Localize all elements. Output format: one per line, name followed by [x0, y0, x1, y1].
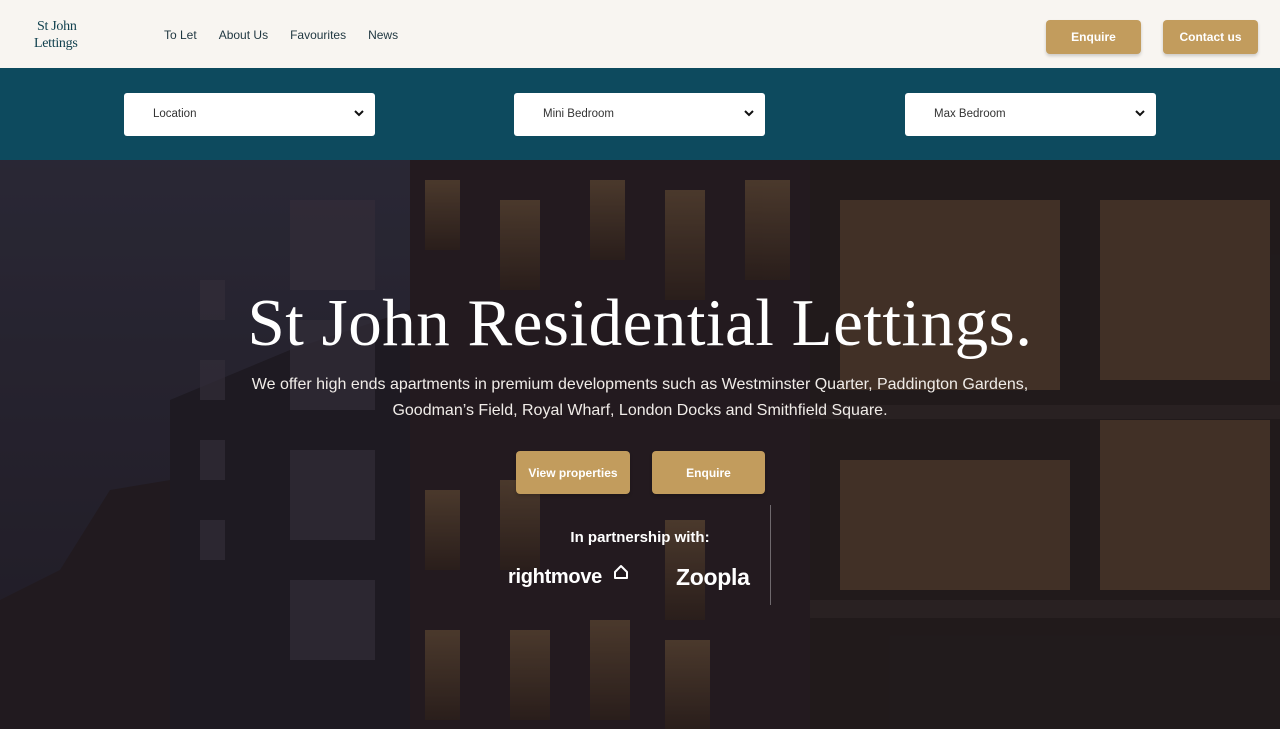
main-nav: To Let About Us Favourites News [164, 28, 398, 42]
site-logo[interactable]: St John Lettings [34, 18, 90, 52]
nav-to-let[interactable]: To Let [164, 28, 197, 42]
hero-subtitle-line-2: Goodman’s Field, Royal Wharf, London Doc… [392, 402, 888, 419]
max-bedroom-select[interactable]: Max Bedroom [905, 93, 1156, 136]
zoopla-logo[interactable]: Zoopla [676, 564, 750, 591]
hero-enquire-button[interactable]: Enquire [652, 451, 765, 494]
nav-news[interactable]: News [368, 28, 398, 42]
search-filter-bar: Location Mini Bedroom Max Bedroom [0, 68, 1280, 160]
rightmove-logo[interactable]: rightmove [508, 566, 602, 589]
hero-subtitle-line-1: We offer high ends apartments in premium… [251, 376, 1029, 393]
hero-title: St John Residential Lettings. [247, 286, 1033, 360]
partnership-label: In partnership with: [570, 529, 710, 546]
min-bedroom-select[interactable]: Mini Bedroom [514, 93, 765, 136]
hero-section: St John Residential Lettings. We offer h… [0, 160, 1280, 729]
header-enquire-button[interactable]: Enquire [1046, 20, 1141, 54]
logo-line-1: St John [37, 19, 77, 34]
min-bedroom-select-label: Mini Bedroom [543, 108, 614, 120]
divider-line [770, 505, 771, 605]
hero-overlay [0, 160, 1280, 729]
nav-about-us[interactable]: About Us [219, 28, 268, 42]
chevron-down-icon [354, 110, 364, 117]
chevron-down-icon [1135, 110, 1145, 117]
location-select[interactable]: Location [124, 93, 375, 136]
logo-line-2: Lettings [34, 36, 78, 51]
location-select-label: Location [153, 108, 197, 120]
contact-us-button[interactable]: Contact us [1163, 20, 1258, 54]
site-header: St John Lettings To Let About Us Favouri… [0, 0, 1280, 68]
house-outline-icon [614, 565, 628, 579]
max-bedroom-select-label: Max Bedroom [934, 108, 1006, 120]
hero-subtitle: We offer high ends apartments in premium… [210, 372, 1070, 424]
chevron-down-icon [744, 110, 754, 117]
nav-favourites[interactable]: Favourites [290, 28, 346, 42]
view-properties-button[interactable]: View properties [516, 451, 630, 494]
